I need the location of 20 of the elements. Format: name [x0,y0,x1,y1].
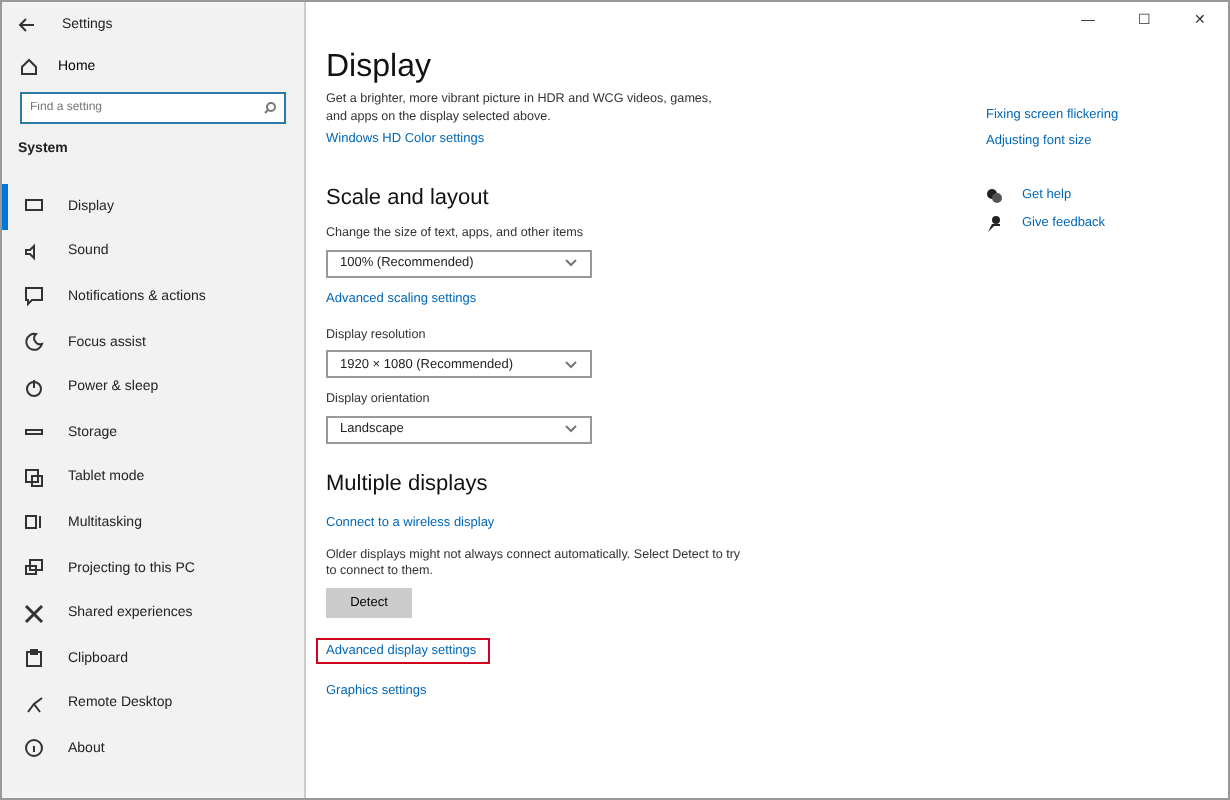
display-icon [24,196,44,217]
notifications-icon [24,286,44,307]
back-arrow-icon[interactable] [18,17,34,31]
chevron-icon [564,359,578,369]
projecting-icon [24,558,44,579]
about-icon [24,738,44,759]
section-heading: Scale and layout [326,186,491,210]
section-heading: Multiple displays [326,471,490,495]
clipboard-icon [24,648,44,669]
chevron-icon [564,258,578,268]
focus-icon [24,332,44,353]
power-icon [24,377,44,398]
help-chat-icon [986,188,1002,204]
tablet-icon [24,467,44,488]
chevron-icon [564,424,578,434]
page-title: Display [326,50,433,86]
search-icon [264,102,276,114]
multitasking-icon [24,512,44,533]
feedback-person-icon [986,216,1002,232]
home-icon [20,58,38,76]
